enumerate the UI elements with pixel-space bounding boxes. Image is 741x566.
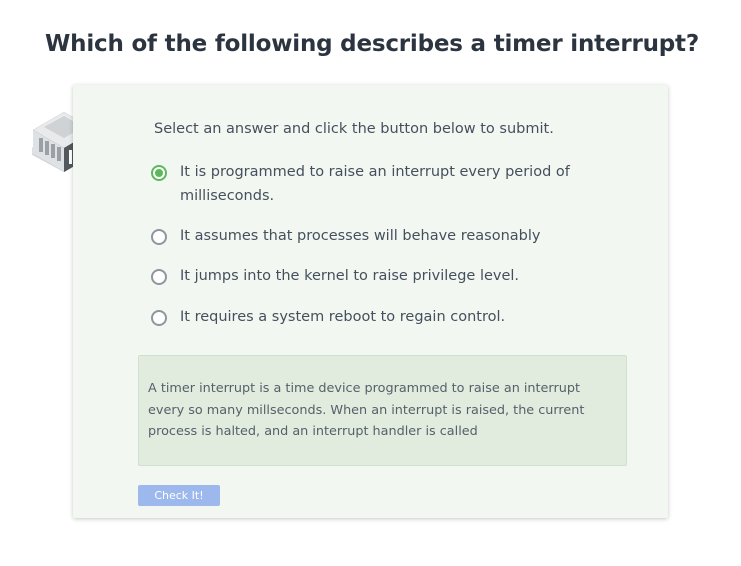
answer-option-3[interactable]: It jumps into the kernel to raise privil… — [151, 268, 621, 288]
answer-option-label: It requires a system reboot to regain co… — [180, 309, 506, 325]
check-it-button[interactable]: Check It! — [138, 485, 220, 506]
answer-option-1[interactable]: It is programmed to raise an interrupt e… — [151, 164, 621, 208]
answer-option-2[interactable]: It assumes that processes will behave re… — [151, 228, 621, 248]
radio-icon[interactable] — [151, 269, 167, 285]
answer-option-label: It assumes that processes will behave re… — [180, 228, 541, 244]
page: Which of the following describes a timer… — [0, 0, 741, 566]
answer-option-4[interactable]: It requires a system reboot to regain co… — [151, 309, 621, 329]
radio-selected-icon[interactable] — [151, 165, 167, 181]
radio-icon[interactable] — [151, 229, 167, 245]
explanation-box: A timer interrupt is a time device progr… — [138, 355, 627, 466]
question-title: Which of the following describes a timer… — [45, 31, 699, 57]
answer-option-label: It is programmed to raise an interrupt e… — [180, 164, 570, 204]
answer-option-label: It jumps into the kernel to raise privil… — [180, 268, 520, 284]
instructions: Select an answer and click the button be… — [154, 121, 554, 137]
radio-icon[interactable] — [151, 310, 167, 326]
explanation-text: A timer interrupt is a time device progr… — [148, 381, 585, 439]
quiz-card: Select an answer and click the button be… — [73, 85, 668, 518]
